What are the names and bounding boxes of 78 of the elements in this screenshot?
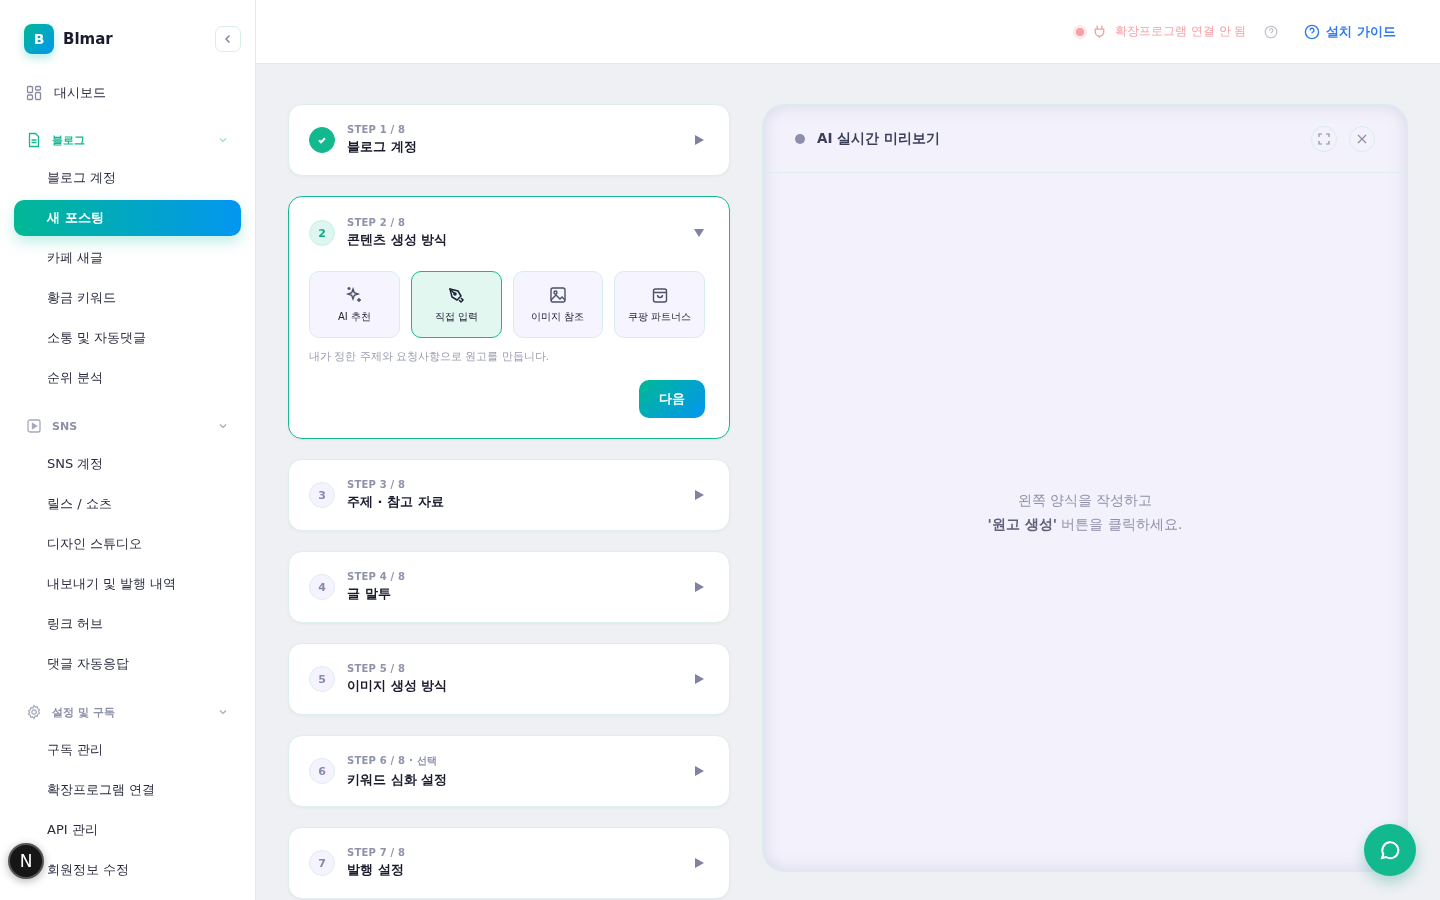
settings-icon (26, 704, 42, 720)
caret-right-icon (693, 134, 705, 146)
chat-icon (1378, 838, 1402, 862)
caret-right-icon (693, 581, 705, 593)
step-card[interactable]: 6 STEP 6 / 8 · 선택 키워드 심화 설정 (288, 735, 730, 807)
step-title: 발행 설정 (347, 861, 405, 879)
sidebar-item[interactable]: 구독 관리 (47, 732, 104, 768)
step-label: STEP 2 / 8 (347, 217, 407, 228)
sidebar-item[interactable]: 회원정보 수정 (47, 852, 130, 888)
empty-message: 왼쪽 양식을 작성하고 '원고 생성' 버튼을 클릭하세요. (987, 491, 1183, 534)
step-title: 이미지 생성 방식 (347, 677, 449, 695)
caret-right-icon (693, 489, 705, 501)
caret-right-icon (693, 765, 705, 777)
step-title: 키워드 심화 설정 (347, 770, 449, 789)
sidebar-item[interactable]: SNS 계정 (47, 446, 104, 482)
pen-icon (447, 285, 466, 304)
sidebar-item[interactable]: 확장프로그램 연결 (47, 772, 156, 808)
caret-right-icon (693, 673, 705, 685)
step-number: 3 (309, 482, 335, 508)
step-label: STEP 4 / 8 (347, 571, 407, 582)
step-number: 7 (309, 850, 335, 876)
chat-button[interactable] (1364, 824, 1416, 876)
step-card[interactable]: STEP 1 / 8 블로그 계정 (288, 104, 730, 176)
sidebar-item[interactable]: 내보내기 및 발행 내역 (47, 566, 177, 602)
bag-icon (650, 285, 669, 304)
brand-name: Blmar (63, 30, 114, 48)
step-label: STEP 3 / 8 (347, 479, 407, 490)
sidebar-item[interactable]: 링크 허브 (47, 606, 104, 642)
help-icon[interactable] (1264, 24, 1279, 39)
sidebar-item[interactable]: 디자인 스튜디오 (47, 526, 143, 562)
sidebar-item[interactable]: 댓글 자동응답 (47, 646, 130, 682)
option-button[interactable]: 이미지 참조 (512, 271, 604, 338)
step-number: 4 (309, 574, 335, 600)
plug-icon (1092, 24, 1107, 39)
step-number: 5 (309, 666, 335, 692)
step-label: STEP 6 / 8 · 선택 (347, 753, 438, 768)
step-card[interactable]: 3 STEP 3 / 8 주제 · 참고 자료 (288, 459, 730, 531)
caret-right-icon (693, 857, 705, 869)
sidebar-item[interactable]: 소통 및 자동댓글 (47, 320, 147, 356)
option-button[interactable]: 쿠팡 파트너스 (614, 271, 705, 338)
sidebar-item[interactable]: 카페 새글 (47, 240, 104, 276)
step-label: STEP 1 / 8 (347, 124, 407, 135)
hint-text: 내가 정한 주제와 요청사항으로 원고를 만듭니다. (309, 350, 551, 364)
image-icon (548, 285, 567, 304)
step-label: STEP 5 / 8 (347, 663, 407, 674)
step-card[interactable]: 4 STEP 4 / 8 글 말투 (288, 551, 730, 623)
status-text: 확장프로그램 연결 안 됨 (1115, 23, 1247, 40)
document-icon (26, 132, 42, 148)
sidebar-item[interactable]: API 관리 (47, 812, 98, 848)
option-button[interactable]: 직접 입력 (410, 271, 502, 338)
caret-down-icon (693, 227, 705, 239)
fullscreen-icon (1318, 132, 1330, 145)
sidebar-item[interactable]: 대시보드 (14, 74, 241, 112)
guide-link[interactable]: 설치 가이드 (1304, 22, 1396, 41)
step-title: 콘텐츠 생성 방식 (347, 231, 449, 249)
sidebar-item[interactable]: 릴스 / 쇼츠 (47, 486, 112, 522)
help-icon (1304, 23, 1321, 40)
sparkle-icon (345, 285, 364, 304)
step-card[interactable]: 7 STEP 7 / 8 발행 설정 (288, 827, 730, 899)
step-number: 2 (309, 220, 335, 246)
close-icon (1356, 132, 1368, 145)
step-card[interactable]: 2 STEP 2 / 8 콘텐츠 생성 방식 AI 추천 직접 입력 이미지 참조 쿠팡 파트너스 내가 정한 주제와 요청사항으로 원고를 만듭니다. 다음 (288, 196, 730, 439)
step-card[interactable]: 5 STEP 5 / 8 이미지 생성 방식 (288, 643, 730, 715)
step-number: 6 (309, 758, 335, 784)
sidebar-item[interactable]: 순위 분석 (47, 360, 104, 396)
collapse-button[interactable] (215, 26, 241, 52)
sidebar-item[interactable]: 블로그 계정 (47, 160, 117, 196)
option-button[interactable]: AI 추천 (309, 271, 400, 338)
grid-icon (26, 85, 42, 101)
logo-badge: B (24, 24, 54, 54)
preview-title: AI 실시간 미리보기 (817, 129, 941, 148)
status-dot (795, 133, 805, 144)
sidebar-item[interactable]: 황금 키워드 (47, 280, 117, 316)
step-title: 블로그 계정 (347, 138, 418, 156)
step-title: 주제 · 참고 자료 (347, 493, 445, 511)
step-label: STEP 7 / 8 (347, 847, 407, 858)
play-icon (26, 418, 42, 434)
step-title: 글 말투 (347, 585, 392, 603)
